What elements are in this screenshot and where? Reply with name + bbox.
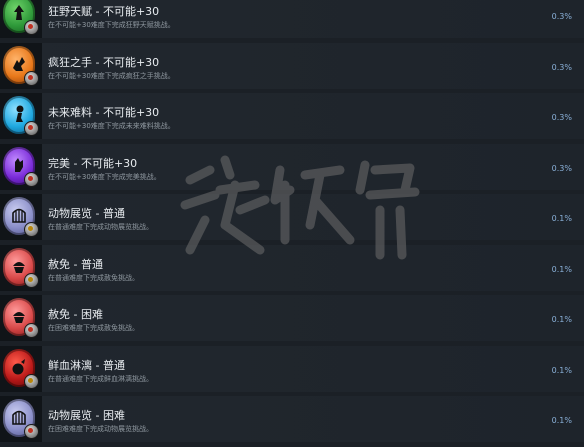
achievement-icon-frame	[0, 244, 42, 291]
achievement-row[interactable]: 赦免 - 普通 在普通难度下完成赦免挑战。 0.1%	[0, 244, 584, 291]
achievement-row[interactable]: 鲜血淋漓 - 普通 在普通难度下完成鲜血淋漓挑战。 0.1%	[0, 345, 584, 392]
achievement-title: 赦免 - 普通	[48, 257, 103, 271]
unlock-percent: 0.1%	[551, 214, 572, 223]
achievement-title: 动物展览 - 普通	[48, 207, 125, 220]
achievement-row[interactable]: 疯狂之手 - 不可能+30 在不可能+30难度下完成疯狂之手挑战。 0.3%	[0, 42, 584, 89]
achievement-description: 在不可能+30难度下完成狂野天赋挑战。	[48, 21, 175, 29]
unlock-percent: 0.3%	[551, 12, 572, 21]
badge-icon	[24, 121, 39, 136]
unlock-percent: 0.1%	[551, 264, 572, 274]
achievement-row[interactable]: 狂野天赋 - 不可能+30 在不可能+30难度下完成狂野天赋挑战。 0.3%	[0, 0, 584, 38]
achievement-row[interactable]: 未来难料 - 不可能+30 在不可能+30难度下完成未来难料挑战。 0.3%	[0, 93, 584, 139]
badge-icon	[24, 171, 39, 187]
achievement-title: 鲜血淋漓 - 普通	[48, 358, 125, 372]
achievement-icon-frame	[0, 0, 42, 38]
achievement-title: 完美 - 不可能+30	[48, 156, 138, 170]
achievement-title: 疯狂之手 - 不可能+30	[48, 55, 160, 69]
achievement-title: 动物展览 - 困难	[48, 409, 125, 422]
achievement-icon-frame	[0, 396, 42, 442]
achievement-row[interactable]: 动物展览 - 普通 在普通难度下完成动物展览挑战。 0.1%	[0, 194, 584, 240]
unlock-percent: 0.1%	[551, 315, 572, 324]
badge-icon	[24, 373, 39, 389]
achievement-title: 赦免 - 困难	[48, 308, 103, 321]
badge-icon	[24, 424, 39, 439]
badge-icon	[24, 222, 39, 237]
badge-icon	[24, 20, 39, 35]
achievement-row[interactable]: 动物展览 - 困难 在困难难度下完成动物展览挑战。 0.1%	[0, 396, 584, 442]
achievement-row[interactable]: 赦免 - 困难 在困难难度下完成赦免挑战。 0.1%	[0, 295, 584, 341]
achievement-description: 在困难难度下完成赦免挑战。	[48, 324, 139, 332]
achievement-icon-frame	[0, 93, 42, 139]
achievement-icon-frame	[0, 295, 42, 341]
achievement-icon-frame	[0, 194, 42, 240]
unlock-percent: 0.1%	[551, 416, 572, 425]
badge-icon	[24, 70, 39, 86]
achievement-description: 在不可能+30难度下完成疯狂之手挑战。	[48, 71, 175, 80]
unlock-percent: 0.3%	[551, 62, 572, 72]
badge-icon	[24, 323, 39, 338]
achievement-icon-frame	[0, 42, 42, 89]
achievement-description: 在困难难度下完成动物展览挑战。	[48, 425, 153, 433]
achievement-title: 未来难料 - 不可能+30	[48, 106, 160, 119]
achievement-description: 在普通难度下完成鲜血淋漓挑战。	[48, 374, 153, 383]
achievement-description: 在普通难度下完成赦免挑战。	[48, 273, 139, 282]
achievement-row[interactable]: 完美 - 不可能+30 在不可能+30难度下完成完美挑战。 0.3%	[0, 143, 584, 190]
achievement-description: 在普通难度下完成动物展览挑战。	[48, 223, 153, 231]
badge-icon	[24, 272, 39, 288]
unlock-percent: 0.3%	[551, 113, 572, 122]
achievement-description: 在不可能+30难度下完成完美挑战。	[48, 172, 161, 181]
unlock-percent: 0.3%	[551, 163, 572, 173]
achievement-list: 狂野天赋 - 不可能+30 在不可能+30难度下完成狂野天赋挑战。 0.3% 疯…	[0, 0, 584, 447]
achievement-description: 在不可能+30难度下完成未来难料挑战。	[48, 122, 175, 130]
achievement-icon-frame	[0, 143, 42, 190]
unlock-percent: 0.1%	[551, 365, 572, 375]
achievement-icon-frame	[0, 345, 42, 392]
achievement-title: 狂野天赋 - 不可能+30	[48, 5, 160, 18]
